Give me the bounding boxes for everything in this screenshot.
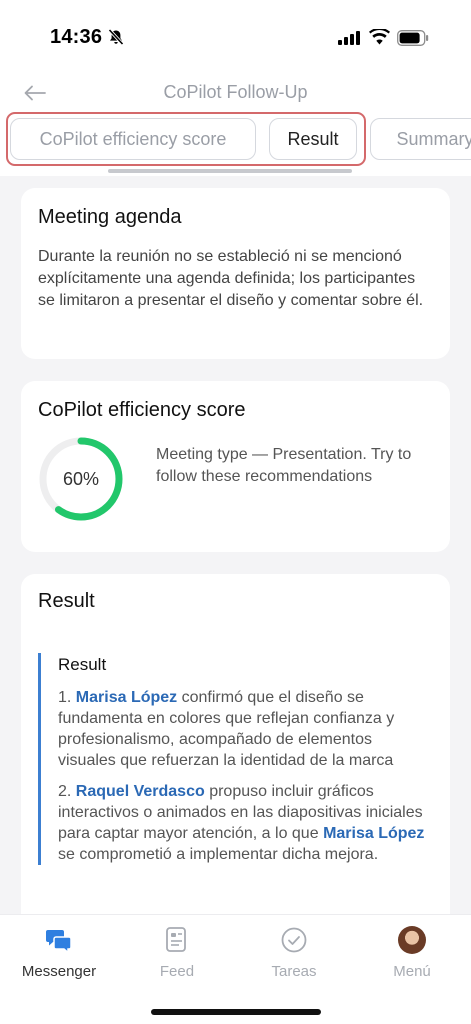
agenda-text: Durante la reunión no se estableció ni s… [38, 248, 424, 309]
result-card: Result Result 1. Marisa López confirmó q… [21, 574, 450, 914]
meeting-agenda-card: Meeting agenda Durante la reunión no se … [21, 188, 450, 359]
tasks-icon [281, 927, 307, 953]
agenda-heading: Meeting agenda [38, 206, 182, 228]
top-header: CoPilot Follow-Up CoPilot efficiency sco… [0, 70, 471, 176]
nav-tareas[interactable]: Tareas [244, 925, 344, 980]
bell-muted-icon [108, 28, 124, 46]
result-item: 2. Raquel Verdasco propuso incluir gráfi… [58, 781, 433, 865]
screen: 14:36 CoPilot Follow-Up CoPilot efficien… [0, 0, 471, 1024]
result-item-text: se comprometió a implementar dicha mejor… [58, 846, 379, 863]
score-value: 60% [62, 468, 100, 489]
battery-icon [397, 30, 429, 46]
status-time: 14:36 [50, 26, 103, 48]
tab-summary[interactable]: Summary [370, 118, 471, 160]
nav-feed-label: Feed [159, 963, 195, 980]
nav-feed[interactable]: Feed [127, 925, 227, 980]
result-item-number: 1. [58, 689, 72, 706]
result-subheading: Result [58, 655, 107, 674]
participant-link[interactable]: Marisa López [323, 825, 424, 842]
score-row: 60% Meeting type — Presentation. Try to … [38, 436, 433, 536]
page-title: CoPilot Follow-Up [163, 82, 308, 102]
participant-link[interactable]: Marisa López [76, 689, 177, 706]
result-quote-block: Result 1. Marisa López confirmó que el d… [38, 653, 433, 865]
home-indicator [151, 1009, 321, 1015]
signal-icon [338, 31, 360, 45]
messenger-icon [46, 930, 72, 953]
efficiency-heading: CoPilot efficiency score [38, 399, 246, 421]
efficiency-score-card: CoPilot efficiency score 60% Meeting typ… [21, 381, 450, 552]
wifi-icon [369, 29, 390, 45]
tab-result[interactable]: Result [269, 118, 357, 160]
feed-icon [166, 927, 186, 952]
tab-scroll-indicator[interactable] [108, 169, 352, 173]
nav-tareas-label: Tareas [271, 963, 317, 980]
score-description: Meeting type — Presentation. Try to foll… [156, 446, 412, 485]
participant-link[interactable]: Raquel Verdasco [76, 783, 205, 800]
nav-menu[interactable]: Menú [362, 925, 462, 980]
nav-menu-label: Menú [393, 963, 431, 980]
nav-messenger[interactable]: Messenger [9, 925, 109, 980]
result-item-number: 2. [58, 783, 72, 800]
result-item: 1. Marisa López confirmó que el diseño s… [58, 687, 433, 771]
result-heading: Result [38, 590, 95, 612]
avatar [398, 926, 426, 954]
bottom-navigation: Messenger Feed Tareas Menú [0, 914, 471, 1024]
tab-bar: CoPilot efficiency score Result Summary [6, 112, 471, 168]
tab-copilot-efficiency-score[interactable]: CoPilot efficiency score [10, 118, 256, 160]
main-content[interactable]: Meeting agenda Durante la reunión no se … [0, 176, 471, 914]
nav-messenger-label: Messenger [21, 963, 97, 980]
status-bar: 14:36 [0, 0, 471, 70]
